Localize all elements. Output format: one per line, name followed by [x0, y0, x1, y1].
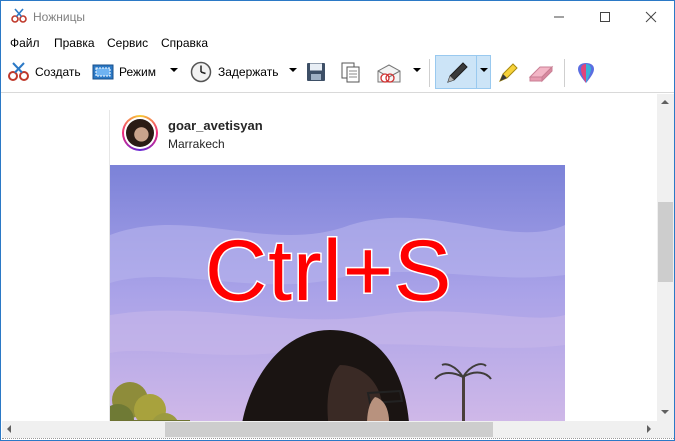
- eraser-button[interactable]: [527, 53, 555, 91]
- minimize-icon: [554, 16, 564, 18]
- paint-3d-icon: [576, 61, 596, 88]
- close-icon: [645, 11, 657, 23]
- scroll-down-icon[interactable]: [661, 410, 669, 414]
- avatar: [122, 115, 158, 151]
- new-snip-button[interactable]: Создать: [4, 53, 82, 91]
- menu-tools[interactable]: Сервис: [107, 36, 148, 50]
- vertical-scroll-thumb[interactable]: [658, 202, 673, 282]
- delay-label: Задержать: [218, 65, 279, 79]
- delay-dropdown[interactable]: [286, 53, 300, 91]
- horizontal-scrollbar[interactable]: [2, 421, 657, 438]
- mode-dropdown[interactable]: [167, 53, 181, 91]
- ctrl-s-overlay: Ctrl+S: [203, 223, 453, 319]
- menu-edit[interactable]: Правка: [54, 36, 95, 50]
- chevron-down-icon: [289, 68, 297, 72]
- chevron-down-icon: [413, 68, 421, 72]
- mode-label: Режим: [119, 65, 156, 79]
- rectangle-snip-icon: [92, 64, 114, 83]
- save-icon: [306, 62, 326, 85]
- title-bar[interactable]: Ножницы: [1, 1, 674, 32]
- mode-button[interactable]: Режим: [89, 53, 167, 91]
- new-snip-label: Создать: [35, 65, 81, 79]
- menu-help[interactable]: Справка: [161, 36, 208, 50]
- maximize-button[interactable]: [582, 1, 628, 32]
- pen-dropdown[interactable]: [477, 53, 491, 91]
- post-username: goar_avetisyan: [168, 118, 263, 133]
- eraser-icon: [528, 63, 554, 86]
- clock-icon: [190, 61, 212, 86]
- window-title: Ножницы: [33, 10, 86, 24]
- highlighter-icon: [496, 61, 520, 88]
- menu-file[interactable]: Файл: [10, 36, 40, 50]
- send-email-icon: [376, 62, 402, 87]
- horizontal-scroll-thumb[interactable]: [165, 422, 493, 437]
- highlighter-button[interactable]: [495, 53, 521, 91]
- toolbar-separator: [429, 59, 430, 87]
- pen-button[interactable]: [439, 53, 475, 91]
- minimize-button[interactable]: [536, 1, 582, 32]
- save-button[interactable]: [303, 53, 329, 91]
- post-location: Marrakech: [168, 137, 225, 151]
- scroll-right-icon[interactable]: [647, 425, 651, 433]
- send-dropdown[interactable]: [410, 53, 424, 91]
- close-button[interactable]: [628, 1, 674, 32]
- pen-icon: [445, 61, 469, 88]
- toolbar-separator: [564, 59, 565, 87]
- scissors-icon: [10, 8, 28, 24]
- paint-3d-button[interactable]: [573, 53, 599, 91]
- scissors-icon: [7, 62, 31, 85]
- send-snip-button[interactable]: [373, 53, 405, 91]
- scroll-left-icon[interactable]: [7, 425, 11, 433]
- scrollbar-corner: [657, 421, 674, 438]
- scroll-up-icon[interactable]: [661, 100, 669, 104]
- maximize-icon: [600, 12, 610, 22]
- snipping-tool-window: Ножницы Файл Правка Сервис Справка Созда…: [0, 0, 675, 441]
- vertical-scrollbar[interactable]: [657, 94, 674, 421]
- delay-button[interactable]: Задержать: [187, 53, 287, 91]
- chevron-down-icon: [480, 68, 488, 72]
- toolbar: Создать Режим Задержать: [1, 53, 674, 93]
- chevron-down-icon: [170, 68, 178, 72]
- menu-bar: Файл Правка Сервис Справка: [1, 32, 674, 53]
- copy-button[interactable]: [337, 53, 363, 91]
- copy-icon: [340, 61, 362, 86]
